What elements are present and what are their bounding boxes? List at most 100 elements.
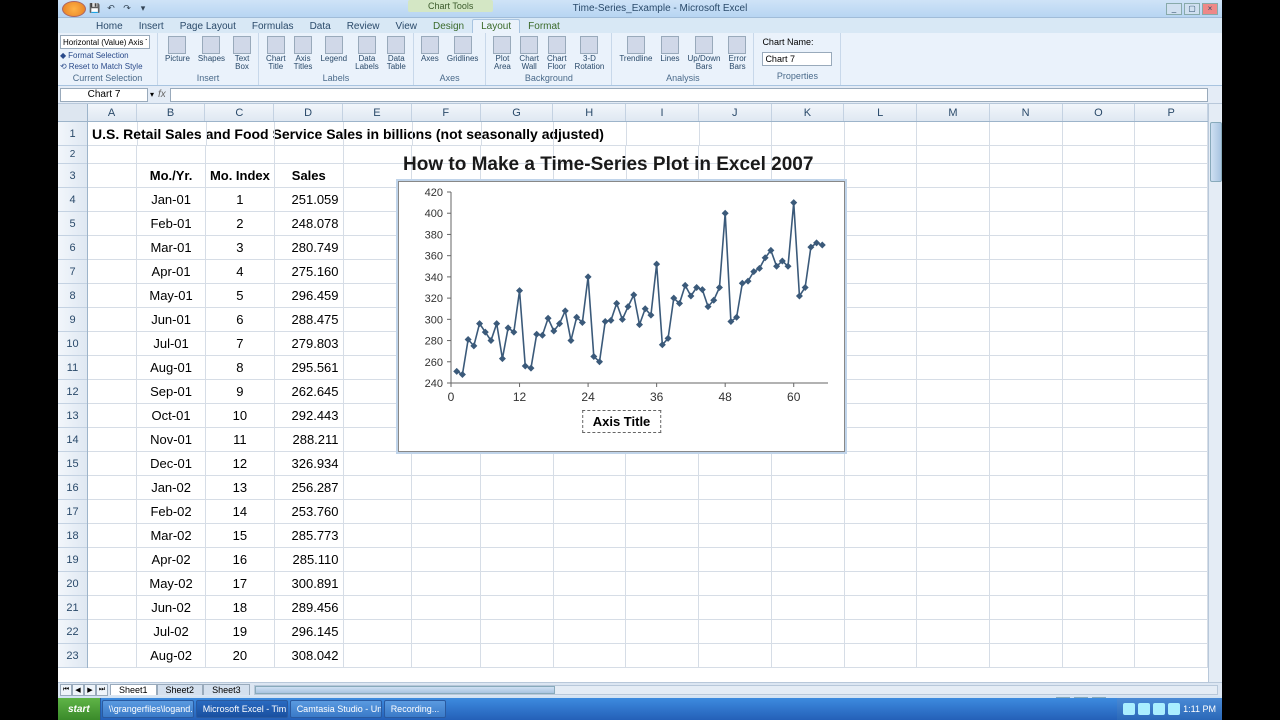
cell-M23[interactable] (917, 644, 990, 668)
cell-O9[interactable] (1063, 308, 1136, 332)
row-header-7[interactable]: 7 (58, 260, 87, 284)
cell-K15[interactable] (772, 452, 845, 476)
cell-C17[interactable]: 14 (206, 500, 275, 524)
cell-D21[interactable]: 289.456 (275, 596, 344, 620)
cell-B14[interactable]: Nov-01 (137, 428, 206, 452)
cell-J18[interactable] (699, 524, 772, 548)
cell-A15[interactable] (88, 452, 137, 476)
cell-C20[interactable]: 17 (206, 572, 275, 596)
cell-A6[interactable] (88, 236, 137, 260)
column-header-P[interactable]: P (1135, 104, 1208, 121)
cell-P7[interactable] (1135, 260, 1208, 284)
cell-N22[interactable] (990, 620, 1063, 644)
cell-O10[interactable] (1063, 332, 1136, 356)
cell-B5[interactable]: Feb-01 (137, 212, 206, 236)
ribbon-tab-home[interactable]: Home (88, 20, 131, 33)
cell-H21[interactable] (554, 596, 627, 620)
row-header-20[interactable]: 20 (58, 572, 87, 596)
cell-P1[interactable] (1135, 122, 1208, 146)
cell-O3[interactable] (1063, 164, 1136, 188)
cell-A11[interactable] (88, 356, 137, 380)
cell-F19[interactable] (412, 548, 481, 572)
cell-K23[interactable] (772, 644, 845, 668)
cell-A5[interactable] (88, 212, 137, 236)
cell-D4[interactable]: 251.059 (275, 188, 344, 212)
start-button[interactable]: start (58, 698, 101, 720)
cell-D14[interactable]: 288.211 (275, 428, 344, 452)
row-header-17[interactable]: 17 (58, 500, 87, 524)
cell-L1[interactable] (845, 122, 918, 146)
name-box[interactable] (60, 88, 148, 102)
cell-L20[interactable] (845, 572, 918, 596)
select-all-corner[interactable] (58, 104, 88, 121)
sheet-tab-sheet1[interactable]: Sheet1 (110, 684, 157, 695)
cell-L8[interactable] (845, 284, 918, 308)
cell-O4[interactable] (1063, 188, 1136, 212)
cell-C2[interactable] (206, 146, 275, 164)
cell-K22[interactable] (772, 620, 845, 644)
cell-C22[interactable]: 19 (206, 620, 275, 644)
cell-C7[interactable]: 4 (206, 260, 275, 284)
cell-D11[interactable]: 295.561 (275, 356, 344, 380)
cell-E17[interactable] (344, 500, 413, 524)
close-button[interactable]: × (1202, 3, 1218, 15)
cell-E16[interactable] (344, 476, 413, 500)
cell-L23[interactable] (845, 644, 918, 668)
column-header-B[interactable]: B (137, 104, 206, 121)
x-axis-title-editbox[interactable]: Axis Title (582, 410, 662, 433)
cell-G20[interactable] (481, 572, 554, 596)
textbox-button[interactable]: TextBox (230, 35, 254, 72)
fx-icon[interactable]: fx (154, 89, 170, 100)
sheet-tab-sheet2[interactable]: Sheet2 (157, 684, 204, 695)
cell-D23[interactable]: 308.042 (275, 644, 344, 668)
cell-P20[interactable] (1135, 572, 1208, 596)
cell-B1[interactable] (138, 122, 207, 146)
ribbon-tab-insert[interactable]: Insert (131, 20, 172, 33)
cell-A9[interactable] (88, 308, 137, 332)
rotation-3d-button[interactable]: 3-DRotation (572, 35, 608, 72)
cell-M7[interactable] (917, 260, 990, 284)
tab-nav-last[interactable]: ⏭ (96, 684, 108, 696)
chart-name-input[interactable] (762, 52, 832, 66)
cell-O15[interactable] (1063, 452, 1136, 476)
cell-N15[interactable] (990, 452, 1063, 476)
row-header-14[interactable]: 14 (58, 428, 87, 452)
cell-P13[interactable] (1135, 404, 1208, 428)
cell-B7[interactable]: Apr-01 (137, 260, 206, 284)
column-header-A[interactable]: A (88, 104, 137, 121)
cell-B3[interactable]: Mo./Yr. (137, 164, 206, 188)
cell-G17[interactable] (481, 500, 554, 524)
cell-A10[interactable] (88, 332, 137, 356)
row-header-5[interactable]: 5 (58, 212, 87, 236)
row-header-16[interactable]: 16 (58, 476, 87, 500)
cell-E15[interactable] (344, 452, 413, 476)
cell-C21[interactable]: 18 (206, 596, 275, 620)
cell-D6[interactable]: 280.749 (275, 236, 344, 260)
cell-G22[interactable] (481, 620, 554, 644)
cell-J17[interactable] (699, 500, 772, 524)
cell-A8[interactable] (88, 284, 137, 308)
vertical-scroll-thumb[interactable] (1210, 122, 1222, 182)
cell-F16[interactable] (412, 476, 481, 500)
row-header-8[interactable]: 8 (58, 284, 87, 308)
column-header-I[interactable]: I (626, 104, 699, 121)
ribbon-tab-data[interactable]: Data (302, 20, 339, 33)
axis-titles-button[interactable]: AxisTitles (291, 35, 316, 72)
cell-P5[interactable] (1135, 212, 1208, 236)
cell-C11[interactable]: 8 (206, 356, 275, 380)
ribbon-tab-page-layout[interactable]: Page Layout (172, 20, 244, 33)
plot-area-button[interactable]: PlotArea (490, 35, 514, 72)
cell-M2[interactable] (917, 146, 990, 164)
cell-O13[interactable] (1063, 404, 1136, 428)
cell-N21[interactable] (990, 596, 1063, 620)
cell-L13[interactable] (845, 404, 918, 428)
save-icon[interactable]: 💾 (88, 2, 102, 16)
cell-L16[interactable] (845, 476, 918, 500)
cell-M22[interactable] (917, 620, 990, 644)
cell-I17[interactable] (626, 500, 699, 524)
cell-I18[interactable] (626, 524, 699, 548)
ribbon-tab-layout[interactable]: Layout (472, 19, 520, 33)
cell-P18[interactable] (1135, 524, 1208, 548)
cell-O16[interactable] (1063, 476, 1136, 500)
cell-J23[interactable] (699, 644, 772, 668)
